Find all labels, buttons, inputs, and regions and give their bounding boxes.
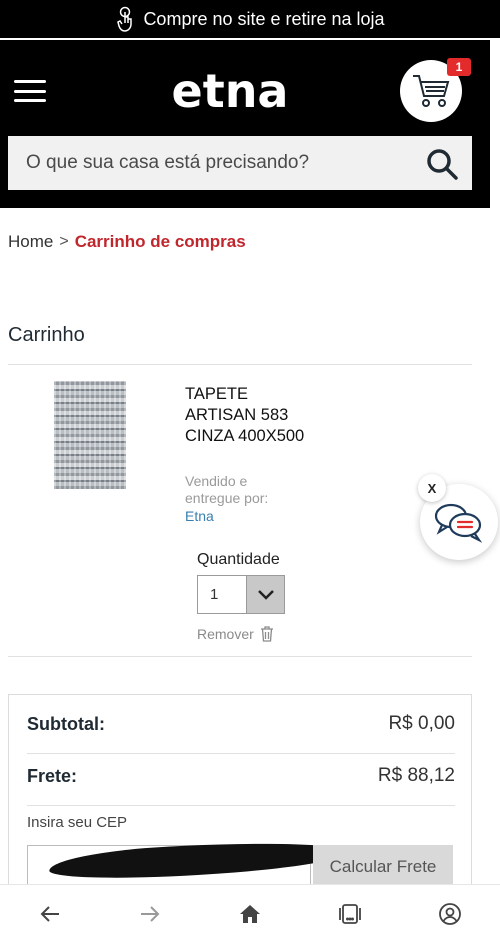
chevron-down-icon[interactable] [246, 576, 284, 613]
home-icon [240, 904, 260, 923]
home-button[interactable] [230, 894, 270, 934]
quantity-label: Quantidade [197, 551, 280, 568]
browser-bottom-nav [0, 884, 500, 942]
remove-button[interactable]: Remover [197, 626, 274, 642]
shipping-value: R$ 88,12 [377, 765, 455, 786]
subtotal-row: Subtotal: R$ 0,00 [27, 713, 455, 735]
page-title: Carrinho [8, 324, 85, 346]
tabs-icon [339, 903, 361, 924]
arrow-left-icon [40, 905, 59, 922]
promo-bar[interactable]: Compre no site e retire na loja [0, 0, 500, 38]
trash-icon [260, 626, 273, 642]
forward-button[interactable] [130, 894, 170, 934]
promo-text: Compre no site e retire na loja [143, 8, 385, 29]
touch-hand-icon [117, 6, 133, 32]
product-image[interactable] [54, 381, 126, 489]
search-icon[interactable] [426, 148, 458, 180]
back-button[interactable] [30, 894, 70, 934]
sold-by-label: Vendido e entregue por: [185, 473, 269, 506]
tabs-button[interactable] [330, 894, 370, 934]
account-button[interactable] [430, 894, 470, 934]
breadcrumb-home[interactable]: Home [8, 232, 53, 252]
product-name[interactable]: TAPETE ARTISAN 583 CINZA 400X500 [185, 384, 315, 447]
order-summary: Subtotal: R$ 0,00 Frete: R$ 88,12 Insira… [8, 694, 472, 895]
divider [27, 753, 455, 754]
divider [8, 656, 472, 657]
chat-close-button[interactable]: X [418, 474, 446, 502]
cart-icon [413, 75, 450, 107]
cart-count-badge: 1 [447, 58, 471, 76]
shipping-row: Frete: R$ 88,12 [27, 765, 455, 787]
seller-link[interactable]: Etna [185, 508, 214, 524]
breadcrumb: Home > Carrinho de compras [8, 232, 246, 252]
chat-bubbles-icon [434, 503, 483, 543]
breadcrumb-separator: > [59, 233, 69, 250]
quantity-value: 1 [210, 586, 219, 603]
header: etna 1 [0, 40, 490, 208]
divider [8, 364, 472, 365]
subtotal-label: Subtotal: [27, 713, 105, 734]
breadcrumb-current: Carrinho de compras [74, 232, 246, 251]
cep-label: Insira seu CEP [27, 814, 128, 831]
search-input[interactable] [26, 152, 416, 174]
search-bar [8, 136, 472, 190]
quantity-select[interactable]: 1 [197, 575, 285, 614]
shipping-label: Frete: [27, 765, 78, 786]
logo[interactable]: etna [0, 64, 460, 118]
user-circle-icon [439, 902, 461, 925]
remove-label: Remover [197, 626, 254, 642]
arrow-right-icon [141, 905, 160, 922]
divider [27, 805, 455, 806]
subtotal-value: R$ 0,00 [388, 713, 455, 734]
